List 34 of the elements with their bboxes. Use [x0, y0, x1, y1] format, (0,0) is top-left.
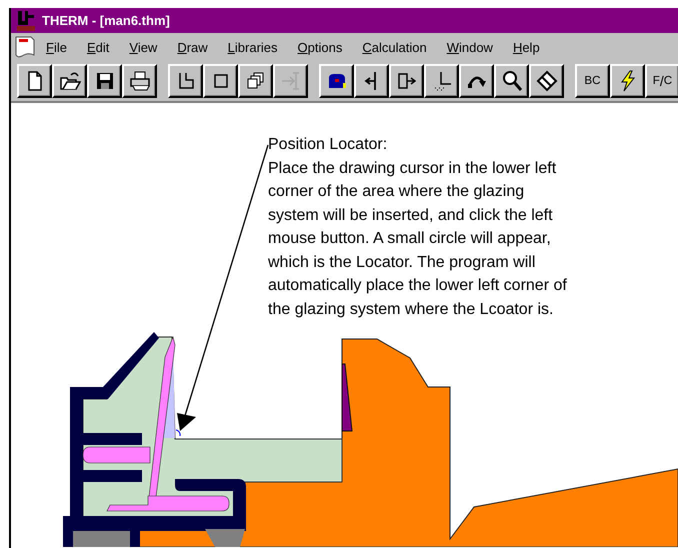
- toolbar-button[interactable]: [168, 64, 203, 98]
- toolbar-button[interactable]: [17, 64, 52, 98]
- menu-item[interactable]: Libraries: [226, 40, 288, 54]
- menu-item[interactable]: Help: [510, 40, 550, 54]
- menu-item[interactable]: Calculation: [360, 40, 437, 54]
- menu-item[interactable]: Edit: [84, 40, 120, 54]
- menu-item[interactable]: Window: [444, 40, 503, 54]
- toolbar-button[interactable]: [529, 64, 564, 98]
- open-folder-icon: [58, 70, 80, 92]
- document-icon[interactable]: [14, 35, 36, 59]
- toolbar-button[interactable]: [389, 64, 424, 98]
- annotation-title: Position Locator:: [268, 135, 388, 155]
- toolbar-button[interactable]: [424, 64, 459, 98]
- toolbar-button[interactable]: [459, 64, 494, 98]
- menu-item[interactable]: View: [127, 40, 168, 54]
- toolbar-button[interactable]: [610, 64, 645, 98]
- toolbar-button[interactable]: [238, 64, 273, 98]
- toolbar-button[interactable]: [319, 64, 354, 98]
- menu-item[interactable]: Draw: [175, 40, 218, 54]
- toolbar-button[interactable]: [494, 64, 529, 98]
- toolbar-button[interactable]: [354, 64, 389, 98]
- toolbar-button[interactable]: [52, 64, 87, 98]
- printer-icon: [128, 70, 150, 92]
- search-icon: [500, 70, 522, 92]
- toolbar-button[interactable]: [122, 64, 157, 98]
- window-title: THERM - [man6.thm]: [42, 13, 170, 28]
- toolbar-button[interactable]: [87, 64, 122, 98]
- arrow-to-bar-icon: [280, 70, 302, 92]
- toolbar-button[interactable]: [203, 64, 238, 98]
- menu-item[interactable]: File: [44, 40, 77, 54]
- annotation-text: Place the drawing cursor in the lower left corner of the area where the glazing system will be inserted, and click the left mouse button. A small circle will appear, which is the Locator. The program will automatically place the lower left corner of the glazing system where the Lcoator is.: [268, 158, 567, 320]
- therm-logo-icon: [16, 10, 36, 32]
- diamond-icon: [536, 70, 558, 92]
- menu-item[interactable]: Options: [296, 40, 352, 54]
